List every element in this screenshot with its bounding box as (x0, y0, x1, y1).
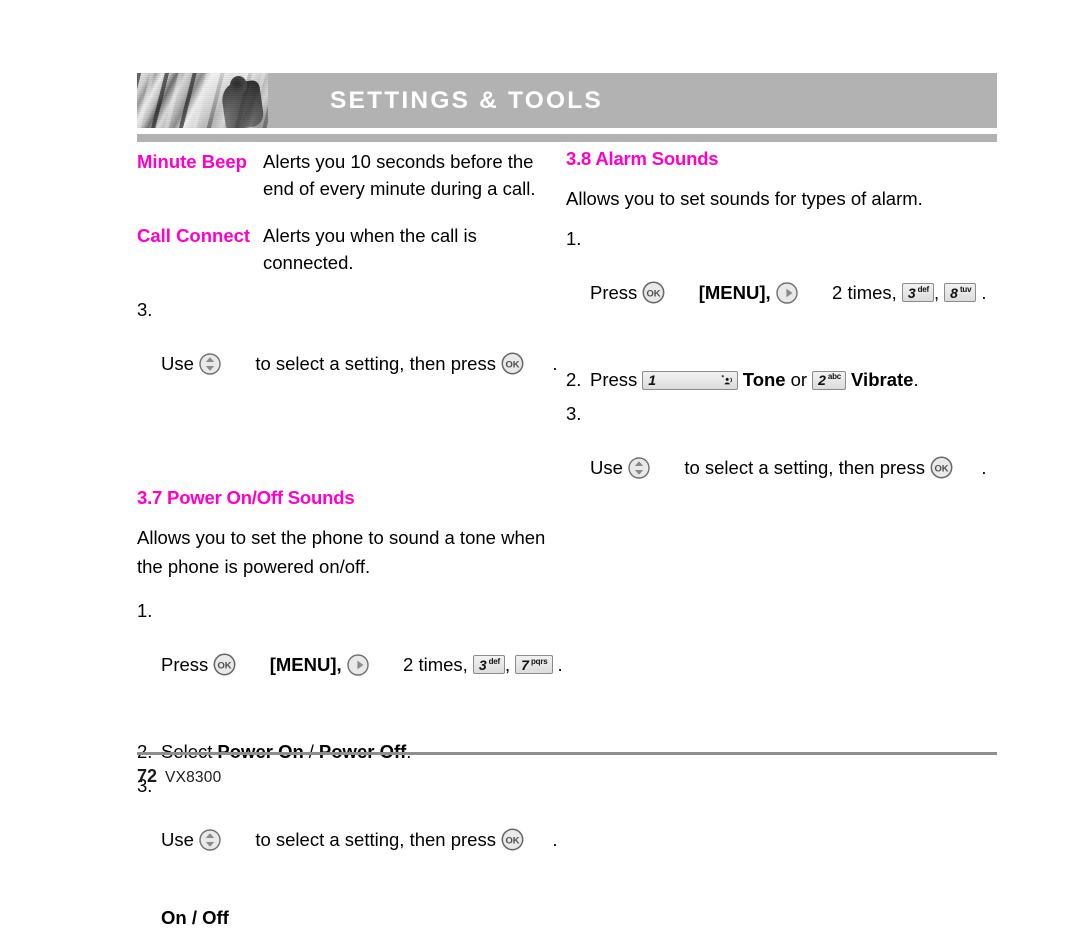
step-text: Press (161, 653, 209, 675)
step-trailing: . (981, 456, 987, 478)
key-separator: , (934, 281, 940, 303)
page-title: SETTINGS & TOOLS (330, 87, 603, 114)
step-trailing: . (913, 369, 919, 390)
step-text: 2 times, (832, 281, 897, 303)
step-text: Use (161, 828, 194, 850)
step-number: 2. (566, 369, 582, 390)
step-trailing: . (552, 352, 558, 374)
definition-term: Call Connect (137, 225, 251, 246)
right-navigation-icon (775, 226, 827, 360)
key-separator: , (505, 653, 511, 675)
page-footer: 72 VX8300 (137, 766, 221, 787)
updown-navigation-icon (628, 401, 679, 535)
svg-text:OK: OK (934, 462, 948, 473)
section-heading-3-8: 3.8 Alarm Sounds (566, 148, 719, 169)
updown-navigation-icon (199, 773, 250, 907)
keycap-letters: abc (827, 372, 842, 381)
left-column: Minute Beep Alerts you 10 seconds before… (137, 148, 567, 931)
keycap-2: 2 abc (812, 370, 847, 390)
keycap-letters: pqrs (530, 656, 548, 666)
ok-button-icon: OK (642, 225, 693, 360)
keycap-8: 8 tuv (944, 283, 977, 302)
step-line: 2. Press 1 * Tone or 2 abc Vibrate . (566, 366, 998, 394)
page-header: SETTINGS & TOOLS (137, 73, 997, 128)
voicemail-icon: * (658, 374, 733, 387)
keycap-digit: 1 (648, 372, 657, 388)
keycap-digit: 3 (907, 284, 916, 301)
step-trailing: . (981, 281, 987, 303)
or-label: or (790, 369, 808, 390)
svg-text:OK: OK (647, 287, 661, 298)
step-line: 1. Press OK [MENU], 2 times, (566, 225, 998, 360)
sub-note-on-off: On / Off (161, 907, 229, 928)
svg-text:*: * (721, 374, 724, 381)
keycap-letters: def (917, 284, 930, 294)
step-text: Press (590, 369, 638, 390)
section-intro-3-7: Allows you to set the phone to sound a t… (137, 527, 546, 577)
step-number: 1. (137, 600, 153, 621)
footer-page-number: 72 (137, 766, 158, 786)
step-text: Use (161, 352, 194, 374)
definition-description: Alerts you when the call is connected. (263, 225, 477, 273)
keycap-digit: 2 (818, 372, 826, 388)
section-intro-3-8: Allows you to set sounds for types of al… (566, 188, 923, 209)
ok-button-icon: OK (501, 772, 552, 907)
keycap-7: 7 pqrs (515, 655, 553, 674)
keycap-digit: 8 (950, 284, 958, 301)
keycap-digit: 7 (521, 656, 529, 673)
section-heading-3-7: 3.7 Power On/Off Sounds (137, 487, 355, 508)
step-trailing: . (557, 653, 563, 675)
option-tone: Tone (742, 369, 786, 390)
header-divider (137, 134, 997, 142)
header-photo (137, 73, 268, 128)
step-number: 3. (566, 403, 582, 424)
keycap-3: 3 def (472, 655, 506, 674)
menu-label: [MENU], (698, 281, 771, 303)
keycap-3: 3 def (901, 283, 935, 302)
footer-model-name: VX8300 (165, 769, 222, 786)
step-text: to select a setting, then press (255, 828, 496, 850)
keycap-letters: tuv (959, 284, 972, 294)
step-trailing: . (552, 828, 558, 850)
menu-label: [MENU], (269, 653, 342, 675)
keycap-letters: def (488, 656, 501, 666)
step-text: Press (590, 281, 638, 303)
keycap-digit: 3 (478, 656, 487, 673)
manual-page: SETTINGS & TOOLS Minute Beep Alerts you … (0, 0, 1080, 928)
ok-button-icon: OK (213, 597, 264, 732)
definition-row-minute-beep: Minute Beep Alerts you 10 seconds before… (137, 148, 567, 202)
updown-navigation-icon (199, 297, 250, 431)
step-line: 3. Use to select a setting, then press O… (566, 400, 998, 535)
step-line: 3. Use to select a setting, then press O… (137, 296, 567, 431)
definition-term: Minute Beep (137, 151, 247, 172)
svg-text:OK: OK (505, 358, 519, 369)
step-text: Use (590, 456, 623, 478)
svg-text:OK: OK (505, 834, 519, 845)
svg-text:OK: OK (218, 659, 232, 670)
step-text: to select a setting, then press (684, 456, 925, 478)
right-column: 3.8 Alarm Sounds Allows you to set sound… (566, 148, 998, 541)
keycap-1: 1 * (642, 370, 738, 390)
option-vibrate: Vibrate (851, 369, 914, 390)
ok-button-icon: OK (501, 296, 552, 431)
step-number: 1. (566, 228, 582, 249)
definition-row-call-connect: Call Connect Alerts you when the call is… (137, 222, 567, 276)
step-line: 1. Press OK [MENU], 2 times, (137, 597, 567, 732)
step-number: 3. (137, 299, 153, 320)
step-line: 3. Use to select a setting, then press O… (137, 772, 567, 907)
right-navigation-icon (346, 598, 398, 732)
definition-description: Alerts you 10 seconds before the end of … (263, 151, 536, 199)
step-text: 2 times, (403, 653, 468, 675)
ok-button-icon: OK (930, 400, 981, 535)
photo-grain-layer (137, 73, 268, 128)
step-text: to select a setting, then press (255, 352, 496, 374)
footer-divider (137, 752, 997, 755)
